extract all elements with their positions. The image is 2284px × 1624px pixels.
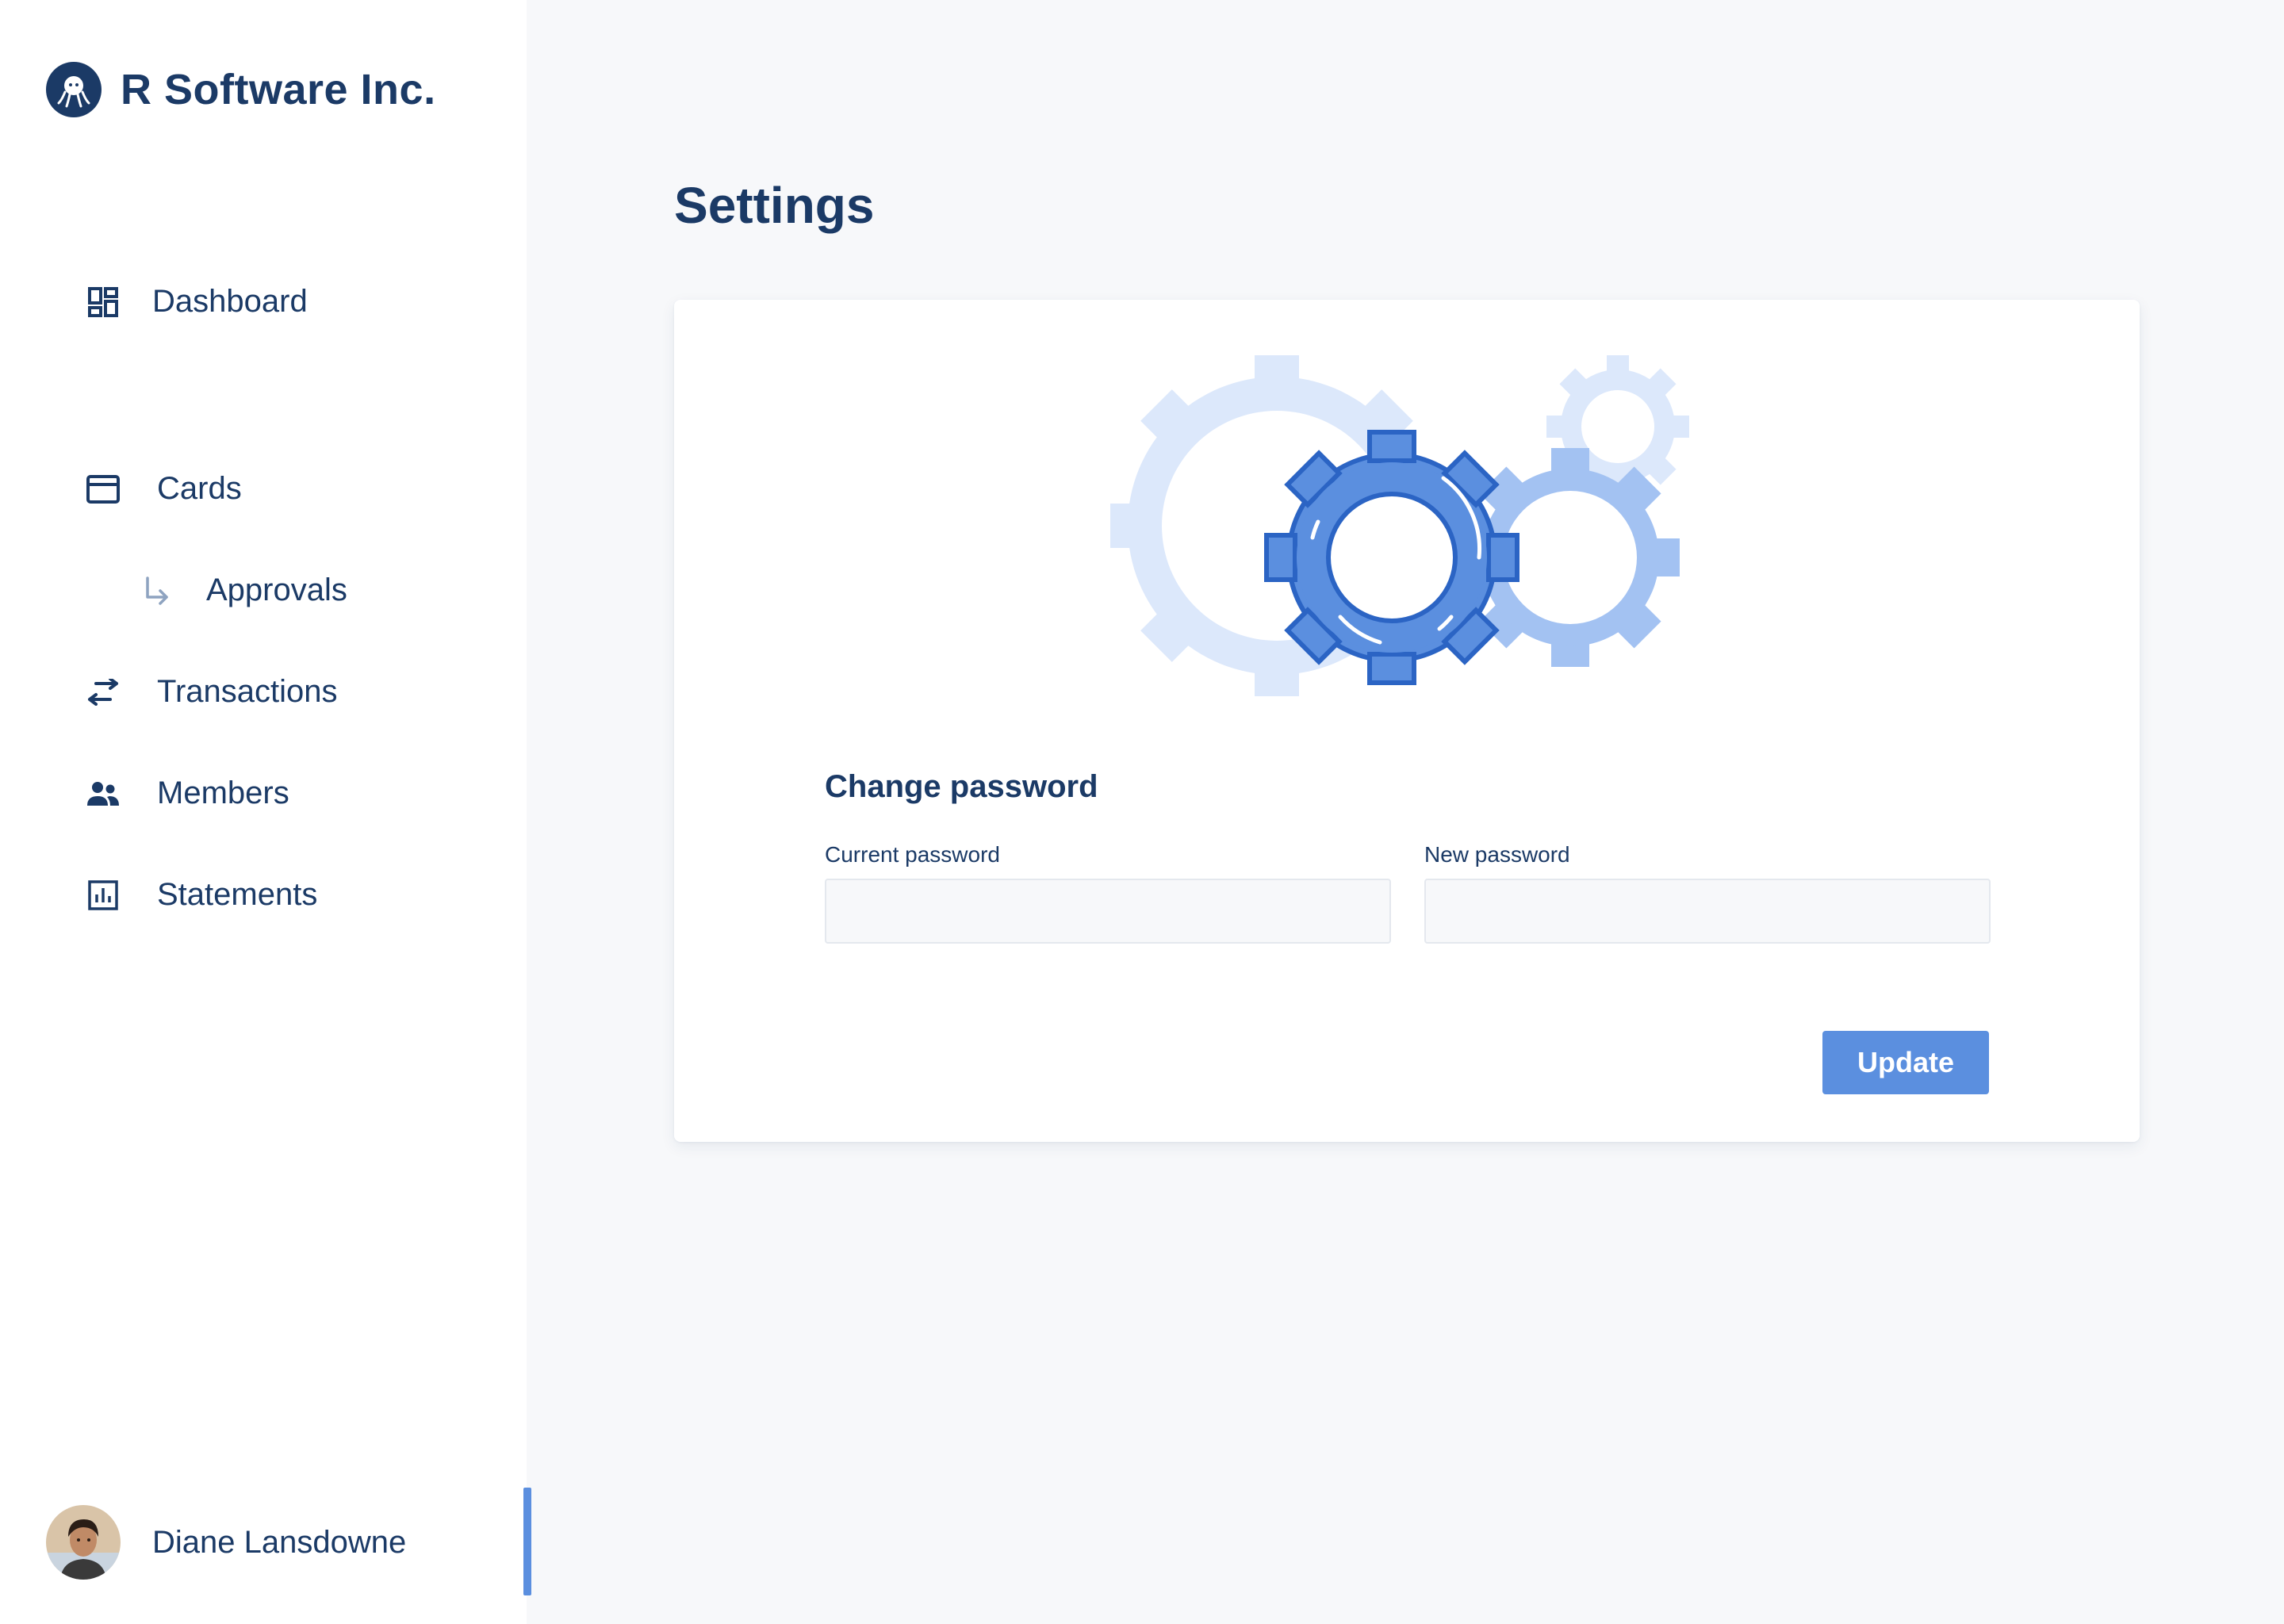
new-password-input[interactable]: [1424, 879, 1991, 944]
people-icon: [86, 776, 121, 811]
avatar: [46, 1505, 121, 1580]
sidebar-item-approvals[interactable]: Approvals: [140, 573, 347, 608]
bar-chart-icon: [86, 878, 121, 913]
sidebar-item-label: Dashboard: [152, 284, 308, 319]
brand[interactable]: R Software Inc.: [46, 62, 436, 117]
sidebar-item-label: Members: [157, 776, 289, 810]
user-name: Diane Lansdowne: [152, 1524, 407, 1560]
credit-card-icon: [86, 472, 121, 507]
settings-card: Change password Current password New pas…: [674, 300, 2140, 1142]
user-profile[interactable]: Diane Lansdowne: [46, 1505, 406, 1580]
sidebar-item-label: Cards: [157, 471, 242, 506]
subdirectory-arrow-icon: [140, 573, 174, 608]
sidebar-item-cards[interactable]: Cards: [86, 471, 242, 507]
sidebar-item-label: Transactions: [157, 674, 338, 709]
change-password-heading: Change password: [825, 769, 1098, 804]
active-indicator: [523, 1488, 531, 1595]
new-password-label: New password: [1424, 842, 1570, 867]
dashboard-icon: [86, 285, 121, 320]
sidebar-item-statements[interactable]: Statements: [86, 877, 317, 913]
swap-arrows-icon: [86, 675, 121, 710]
brand-name: R Software Inc.: [121, 66, 436, 113]
octopus-logo-icon: [46, 62, 102, 117]
current-password-label: Current password: [825, 842, 1000, 867]
sidebar-item-label: Approvals: [206, 573, 347, 607]
gears-illustration-icon: [1106, 355, 1697, 720]
sidebar-item-dashboard[interactable]: Dashboard: [86, 284, 308, 320]
sidebar-item-label: Statements: [157, 877, 318, 912]
sidebar: R Software Inc. Dashboard Cards Approval…: [0, 0, 531, 1624]
page-title: Settings: [674, 177, 875, 234]
sidebar-item-transactions[interactable]: Transactions: [86, 674, 338, 710]
sidebar-item-members[interactable]: Members: [86, 776, 289, 811]
update-button[interactable]: Update: [1822, 1031, 1989, 1094]
current-password-input[interactable]: [825, 879, 1391, 944]
